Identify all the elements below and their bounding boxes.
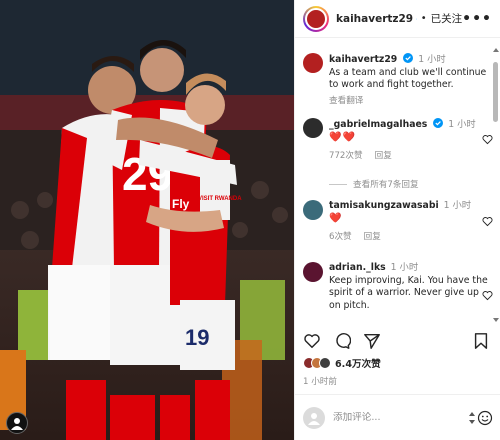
comment-like-count[interactable]: 772次赞 bbox=[329, 150, 363, 163]
comments-scrollbar[interactable] bbox=[493, 40, 499, 322]
commenter-avatar[interactable] bbox=[303, 118, 323, 138]
scroll-up-arrow-icon[interactable] bbox=[493, 48, 499, 52]
comment-item: adrian._lks 1 小时 Keep improving, Kai. Yo… bbox=[303, 262, 493, 312]
comment-reply-button[interactable]: 回复 bbox=[364, 231, 381, 244]
comment-like-icon[interactable] bbox=[482, 290, 493, 301]
verified-icon bbox=[416, 18, 417, 19]
author-avatar[interactable] bbox=[303, 5, 329, 32]
verified-icon bbox=[403, 53, 414, 63]
caption-time: 1 小时 bbox=[418, 54, 446, 65]
liker-avatar bbox=[319, 357, 331, 369]
view-replies-label[interactable]: 查看所有7条回复 bbox=[353, 178, 419, 190]
view-replies-link[interactable]: 查看所有7条回复 bbox=[329, 178, 419, 190]
scroll-thumb[interactable] bbox=[493, 62, 498, 122]
like-icon[interactable] bbox=[303, 332, 321, 350]
post-timestamp: 1 小时前 bbox=[303, 377, 337, 387]
header-separator: • bbox=[420, 13, 427, 24]
comment-text: ❤️❤️ bbox=[329, 131, 356, 143]
likes-count[interactable]: 6.4万次赞 bbox=[335, 356, 381, 370]
translate-link[interactable]: 查看翻译 bbox=[329, 95, 489, 108]
post-photo[interactable]: 29 Fly VISIT RWANDA 19 bbox=[0, 0, 294, 440]
comment-time: 1 小时 bbox=[448, 119, 476, 130]
comment-like-icon[interactable] bbox=[482, 134, 493, 145]
share-icon[interactable] bbox=[363, 332, 381, 350]
comment-text: ❤️ bbox=[329, 212, 343, 224]
commenter-avatar[interactable] bbox=[303, 200, 323, 220]
save-icon[interactable] bbox=[472, 332, 490, 350]
post-actions bbox=[303, 330, 490, 352]
caption-text: As a team and club we'll continue to wor… bbox=[329, 66, 487, 91]
shirt-sleeve-text: VISIT RWANDA bbox=[198, 196, 242, 202]
caption: kaihavertz29 1 小时 As a team and club we'… bbox=[303, 53, 489, 107]
players-celebration-image: 29 Fly VISIT RWANDA 19 bbox=[0, 0, 294, 440]
commenter-avatar[interactable] bbox=[303, 262, 323, 282]
caption-avatar[interactable] bbox=[303, 53, 323, 73]
follow-state[interactable]: 已关注 bbox=[431, 11, 463, 26]
post-header: kaihavertz29 • 已关注 ••• bbox=[295, 0, 500, 38]
current-user-avatar bbox=[303, 406, 325, 429]
comment-input[interactable] bbox=[333, 412, 453, 423]
comment-like-icon[interactable] bbox=[482, 216, 493, 227]
comment-icon[interactable] bbox=[333, 332, 351, 350]
post-sidebar: kaihavertz29 • 已关注 ••• kaihavertz29 1 小时… bbox=[294, 0, 500, 440]
likes-summary[interactable]: 6.4万次赞 bbox=[303, 356, 381, 370]
comment-item: _gabrielmagalhaes 1 小时 ❤️❤️ 772次赞 回复 bbox=[303, 118, 493, 163]
comment-item: tamisakungzawasabi 1 小时 ❤️ 6次赞 回复 bbox=[303, 200, 493, 244]
emoji-icon[interactable] bbox=[477, 410, 493, 426]
comment-time: 1 小时 bbox=[390, 262, 419, 273]
comment-reply-button[interactable]: 回复 bbox=[375, 150, 392, 163]
more-options-icon[interactable]: ••• bbox=[462, 11, 492, 27]
comment-username[interactable]: adrian._lks bbox=[329, 262, 386, 273]
comment-username[interactable]: tamisakungzawasabi bbox=[329, 200, 439, 211]
add-comment-bar bbox=[295, 394, 500, 440]
comment-username[interactable]: _gabrielmagalhaes bbox=[329, 119, 427, 130]
scroll-down-arrow-icon[interactable] bbox=[493, 318, 499, 322]
author-username[interactable]: kaihavertz29 bbox=[336, 13, 413, 25]
user-silhouette-icon[interactable] bbox=[6, 412, 28, 434]
shirt-sponsor: Fly bbox=[172, 197, 190, 211]
caption-username[interactable]: kaihavertz29 bbox=[329, 54, 397, 65]
verified-icon bbox=[433, 118, 444, 128]
comments-list[interactable]: kaihavertz29 1 小时 As a team and club we'… bbox=[295, 39, 500, 323]
input-scroll-arrows-icon[interactable] bbox=[469, 410, 475, 426]
comment-like-count[interactable]: 6次赞 bbox=[329, 231, 352, 244]
comment-text: Keep improving, Kai. You have the spirit… bbox=[329, 274, 488, 311]
user-silhouette-icon bbox=[308, 412, 320, 425]
shorts-number-19: 19 bbox=[185, 325, 209, 350]
comment-time: 1 小时 bbox=[443, 200, 472, 211]
